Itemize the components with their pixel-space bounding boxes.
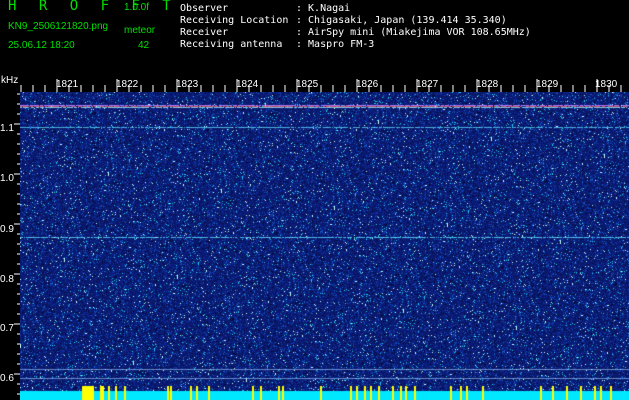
info-value-observer: : K.Nagai [296, 3, 351, 14]
spectrogram-canvas [20, 92, 629, 400]
app-version: 1.0.0f [124, 2, 150, 13]
x-axis-ticks [20, 79, 622, 92]
y-axis-unit: kHz [1, 75, 19, 86]
info-key-antenna: Receiving antenna [180, 39, 283, 50]
info-value-location: : Chigasaki, Japan (139.414 35.340) [296, 15, 507, 26]
hroft-window: H R O F F T 1.0.0f KN9_2506121820.png me… [0, 0, 629, 400]
spectrogram-plot [20, 92, 629, 400]
date-time: 25.06.12 18:20 [8, 40, 75, 51]
info-key-receiver: Receiver [180, 27, 229, 38]
info-key-location: Receiving Location [180, 15, 289, 26]
info-value-receiver: : AirSpy mini (Miakejima VOR 108.65MHz) [296, 27, 531, 38]
info-key-observer: Observer [180, 3, 229, 14]
meteor-count: 42 [138, 40, 150, 51]
file-name: KN9_2506121820.png [8, 21, 109, 32]
y-axis-ticks [14, 93, 20, 395]
meteor-label: meteor [124, 25, 156, 36]
info-value-antenna: : Maspro FM-3 [296, 39, 375, 50]
app-title: H R O F F T [8, 0, 178, 14]
